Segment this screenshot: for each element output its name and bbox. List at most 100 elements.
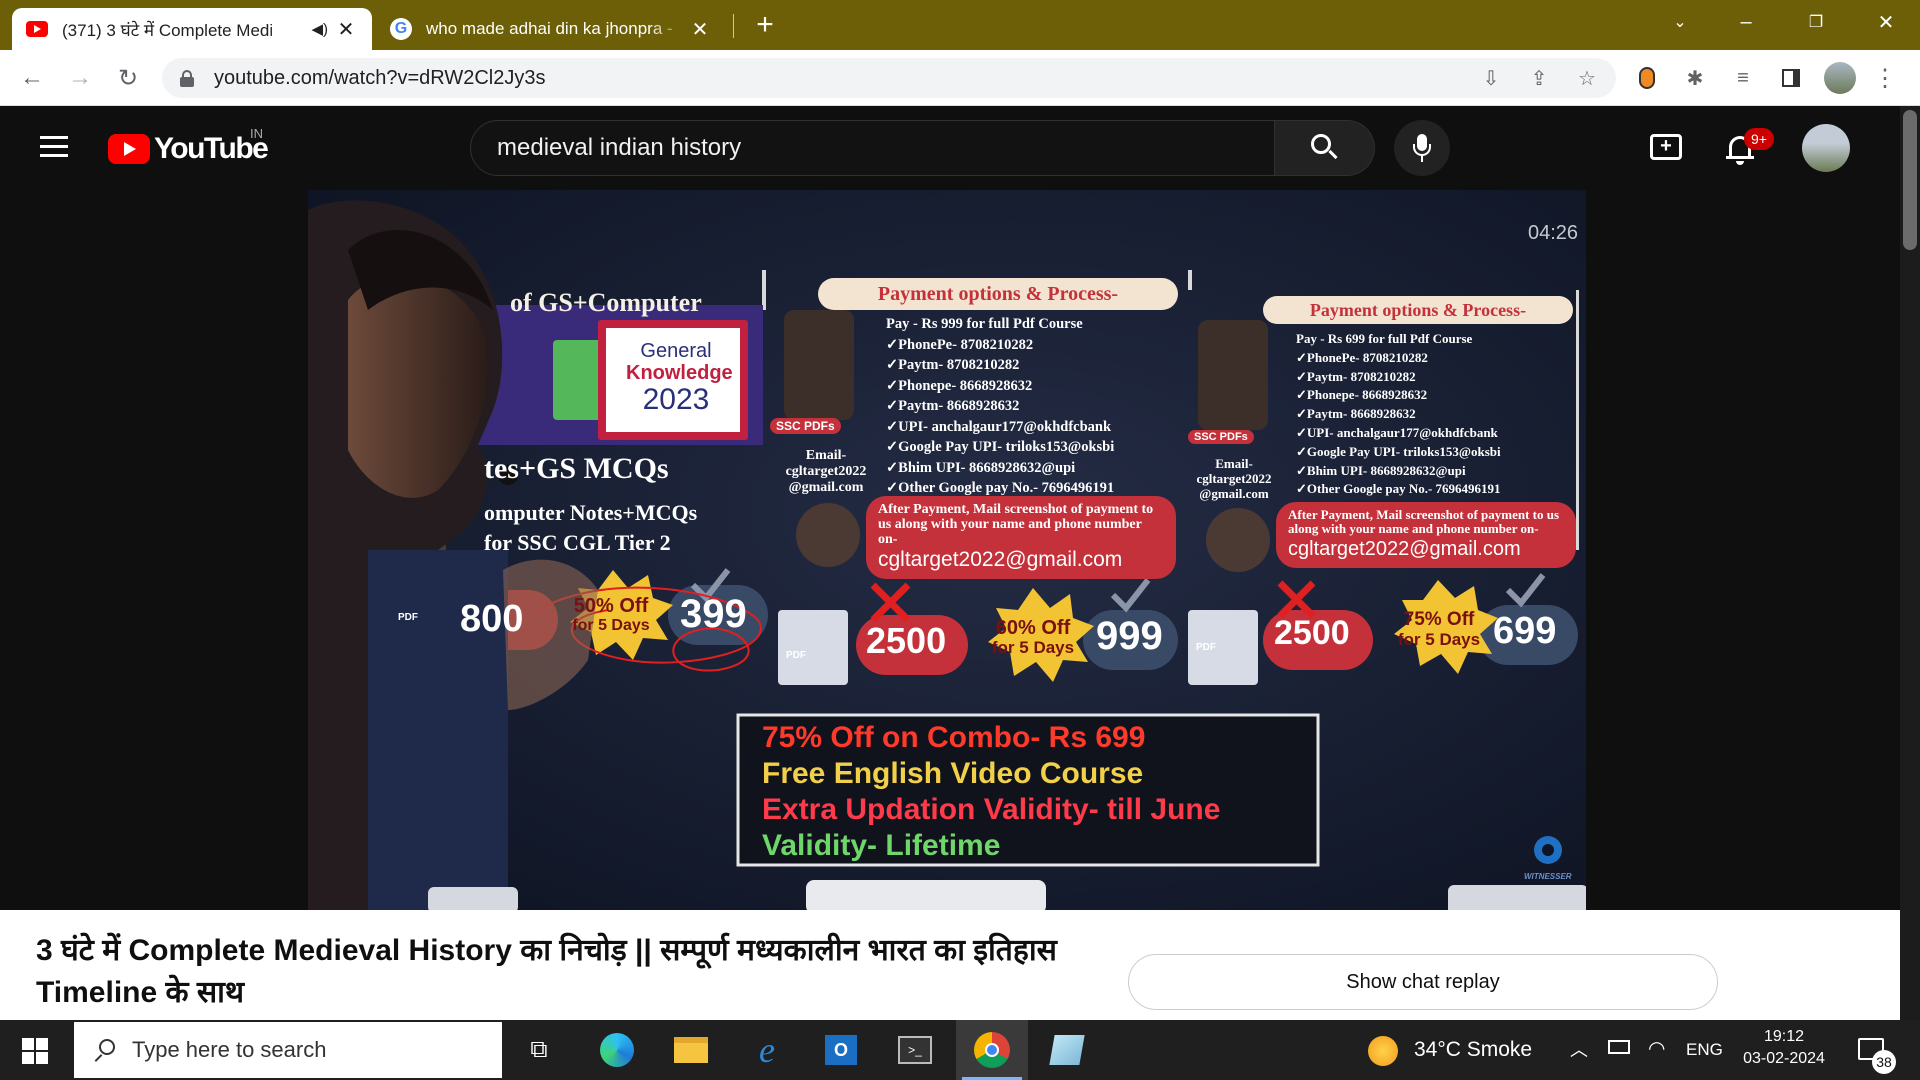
- notification-badge: 9+: [1744, 128, 1774, 150]
- video-player[interactable]: 04:26 of GS+Computer General Knowledge 2…: [308, 190, 1586, 910]
- tab-youtube[interactable]: (371) 3 घंटे में Complete Medi ◀) ✕: [12, 8, 372, 50]
- wifi-icon[interactable]: ◠: [1648, 1036, 1665, 1061]
- clock-time: 19:12: [1763, 1028, 1805, 1045]
- show-hidden-icons-chevron[interactable]: ︿: [1570, 1036, 1588, 1062]
- left-discount-badge: 50% Off for 5 Days: [556, 596, 666, 636]
- browser-toolbar: ← → ↻ youtube.com/watch?v=dRW2Cl2Jy3s ⇩ …: [0, 50, 1920, 106]
- right-payment-lines: Pay - Rs 699 for full Pdf Course ✓PhoneP…: [1296, 330, 1501, 499]
- weather-text[interactable]: 34°C Smoke: [1414, 1038, 1532, 1062]
- scrollbar-thumb[interactable]: [1903, 110, 1917, 250]
- youtube-header: YouTube IN medieval indian history + 9+: [0, 106, 1900, 190]
- mid-payment-lines: Pay - Rs 999 for full Pdf Course ✓PhoneP…: [886, 314, 1114, 499]
- book-title-line-1: General: [640, 340, 712, 362]
- chrome-icon-center: [985, 1043, 999, 1057]
- file-explorer-icon[interactable]: [664, 1026, 718, 1074]
- windows-start-icon[interactable]: [22, 1038, 48, 1064]
- tab-title: (371) 3 घंटे में Complete Medi: [62, 20, 274, 40]
- left-old-price: 800: [460, 598, 524, 640]
- mid-email-block: Email- cgltarget2022 @gmail.com: [770, 448, 882, 496]
- weather-icon[interactable]: [1368, 1036, 1398, 1066]
- chrome-taskbar-button[interactable]: [956, 1020, 1028, 1080]
- right-after-payment-box: After Payment, Mail screenshot of paymen…: [1276, 502, 1576, 568]
- mid-line-4: ✓Paytm- 8668928632: [886, 398, 1020, 414]
- video-timestamp: 04:26: [1528, 222, 1579, 244]
- right-old-price: 2500: [1274, 614, 1350, 652]
- profile-avatar[interactable]: [1824, 62, 1856, 94]
- install-app-icon[interactable]: ⇩: [1478, 66, 1504, 90]
- search-input[interactable]: medieval indian history: [470, 120, 1275, 176]
- account-avatar[interactable]: [1802, 124, 1850, 172]
- microphone-icon: [1413, 134, 1431, 162]
- forward-icon[interactable]: →: [62, 60, 98, 96]
- right-panel-header: Payment options & Process-: [1263, 296, 1573, 324]
- terminal-icon[interactable]: >_: [888, 1026, 942, 1074]
- more-menu-icon[interactable]: ⋮: [1872, 65, 1898, 92]
- outlook-icon[interactable]: O: [814, 1026, 868, 1074]
- puzzle-extensions-icon[interactable]: ✱: [1682, 66, 1708, 90]
- tab-google[interactable]: G who made adhai din ka jhonpra - ✕: [376, 8, 726, 50]
- tab-divider: [733, 14, 734, 38]
- media-control-icon[interactable]: ≡: [1730, 66, 1756, 90]
- taskbar-search-box[interactable]: Type here to search: [74, 1022, 502, 1078]
- tab-strip: (371) 3 घंटे में Complete Medi ◀) ✕ G wh…: [0, 0, 1920, 50]
- edge-browser-icon[interactable]: [590, 1026, 644, 1074]
- restore-button[interactable]: ❐: [1792, 4, 1840, 40]
- hamburger-menu-icon[interactable]: [40, 136, 68, 158]
- search-button[interactable]: [1275, 120, 1375, 176]
- combo-line-1: 75% Off on Combo- Rs 699: [762, 721, 1146, 754]
- extension-icon[interactable]: [1634, 66, 1660, 90]
- clock[interactable]: 19:12 03-02-2024: [1736, 1026, 1832, 1070]
- reload-icon[interactable]: ↻: [110, 60, 146, 96]
- tab-search-icon[interactable]: ⌄: [1656, 4, 1704, 40]
- speaker-icon[interactable]: ◀): [311, 20, 328, 38]
- back-icon[interactable]: ←: [14, 60, 50, 96]
- create-video-icon[interactable]: +: [1650, 134, 1682, 160]
- right-line-6: ✓Google Pay UPI- triloks153@oksbi: [1296, 443, 1501, 459]
- right-new-price: 699: [1493, 610, 1557, 652]
- mid-line-3: ✓Phonepe- 8668928632: [886, 377, 1033, 394]
- right-badge: SSC PDFs: [1188, 430, 1254, 444]
- close-window-button[interactable]: ✕: [1862, 4, 1910, 40]
- notes-app-icon[interactable]: [1040, 1026, 1094, 1074]
- right-discount-badge: 75% Off for 5 Days: [1384, 610, 1494, 650]
- share-icon[interactable]: ⇪: [1526, 66, 1552, 90]
- left-discount-line-2: for 5 Days: [572, 617, 650, 634]
- right-email-domain: @gmail.com: [1199, 486, 1269, 501]
- combo-line-4: Validity- Lifetime: [762, 829, 1001, 862]
- right-pdf-label: PDF: [1196, 642, 1216, 653]
- voice-search-button[interactable]: [1394, 120, 1450, 176]
- show-chat-replay-button[interactable]: Show chat replay: [1128, 954, 1718, 1010]
- mid-line-5: ✓UPI- anchalgaur177@okhdfcbank: [886, 418, 1112, 435]
- mid-panel-header: Payment options & Process-: [818, 278, 1178, 310]
- close-tab-icon[interactable]: ✕: [688, 17, 712, 42]
- internet-explorer-icon[interactable]: e: [740, 1026, 794, 1074]
- mid-old-price: 2500: [866, 620, 947, 661]
- left-panel-notes-line-2: omputer Notes+MCQs: [484, 500, 698, 525]
- left-pdf-label: PDF: [398, 612, 418, 623]
- address-bar[interactable]: youtube.com/watch?v=dRW2Cl2Jy3s: [162, 58, 1616, 98]
- left-panel-notes-line-1: tes+GS MCQs: [484, 452, 669, 485]
- bookmark-star-icon[interactable]: ☆: [1574, 66, 1600, 90]
- mid-badge: SSC PDFs: [770, 418, 841, 434]
- left-new-price: 399: [680, 592, 747, 636]
- notification-count-badge: 38: [1872, 1050, 1896, 1074]
- battery-icon[interactable]: [1608, 1040, 1630, 1054]
- right-line-5: ✓UPI- anchalgaur177@okhdfcbank: [1296, 424, 1498, 440]
- country-code: IN: [250, 126, 263, 141]
- mid-after-payment: After Payment, Mail screenshot of paymen…: [878, 502, 1154, 547]
- language-indicator[interactable]: ENG: [1686, 1040, 1723, 1060]
- youtube-logo-icon[interactable]: [108, 134, 150, 164]
- tab-title: who made adhai din ka jhonpra -: [426, 19, 673, 38]
- new-tab-button[interactable]: +: [748, 8, 782, 42]
- side-panel-icon[interactable]: [1778, 66, 1804, 90]
- task-view-icon[interactable]: ⧉: [512, 1026, 566, 1074]
- right-line-7: ✓Bhim UPI- 8668928632@upi: [1296, 462, 1466, 478]
- close-tab-icon[interactable]: ✕: [334, 17, 358, 42]
- book-cover-title: General Knowledge 2023: [626, 340, 733, 416]
- search-icon: [1310, 134, 1339, 162]
- combo-line-2: Free English Video Course: [762, 757, 1144, 790]
- channel-watermark: WITNESSER: [1524, 872, 1572, 881]
- right-email-block: Email- cgltarget2022 @gmail.com: [1178, 456, 1290, 501]
- minimize-button[interactable]: –: [1722, 4, 1770, 40]
- mid-line-7: ✓Bhim UPI- 8668928632@upi: [886, 459, 1076, 476]
